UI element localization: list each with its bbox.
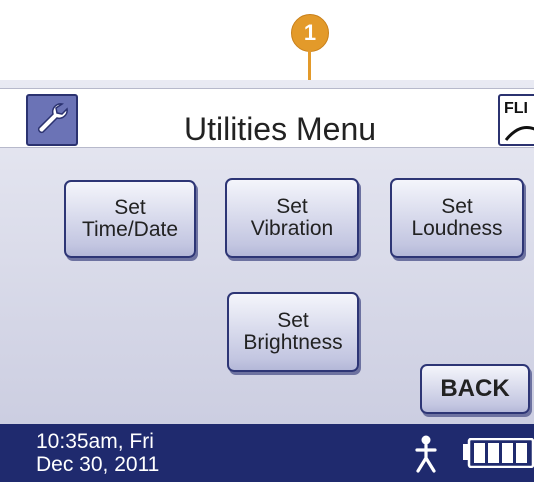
device-screen: Utilities Menu <box>0 80 534 482</box>
callout-number: 1 <box>303 20 317 45</box>
set-vibration-label: Set Vibration <box>250 195 334 240</box>
set-time-date-button[interactable]: Set Time/Date <box>64 180 196 258</box>
page-title: Utilities Menu <box>183 111 377 147</box>
wrench-icon <box>32 98 72 143</box>
flight-mode-label: FLI <box>504 100 528 117</box>
flight-mode-icon <box>504 126 534 141</box>
set-time-date-label: Set Time/Date <box>81 196 179 241</box>
status-bar: 10:35am, Fri Dec 30, 2011 <box>0 424 534 482</box>
status-time: 10:35am, Fri <box>36 430 154 453</box>
callout-marker: 1 <box>291 14 329 52</box>
person-icon <box>415 435 437 473</box>
set-loudness-label: Set Loudness <box>411 195 503 240</box>
set-brightness-label: Set Brightness <box>243 309 343 354</box>
status-date: Dec 30, 2011 <box>36 453 160 476</box>
clock: 10:35am, Fri Dec 30, 2011 <box>36 430 159 476</box>
battery-icon <box>463 438 534 468</box>
set-loudness-button[interactable]: Set Loudness <box>390 178 524 258</box>
utilities-button[interactable] <box>26 94 78 146</box>
back-button[interactable]: BACK <box>420 364 530 414</box>
back-label: BACK <box>440 375 510 402</box>
set-brightness-button[interactable]: Set Brightness <box>227 292 359 372</box>
flight-mode-button[interactable]: FLI <box>498 94 534 146</box>
set-vibration-button[interactable]: Set Vibration <box>225 178 359 258</box>
header-bar: Utilities Menu <box>0 88 534 148</box>
